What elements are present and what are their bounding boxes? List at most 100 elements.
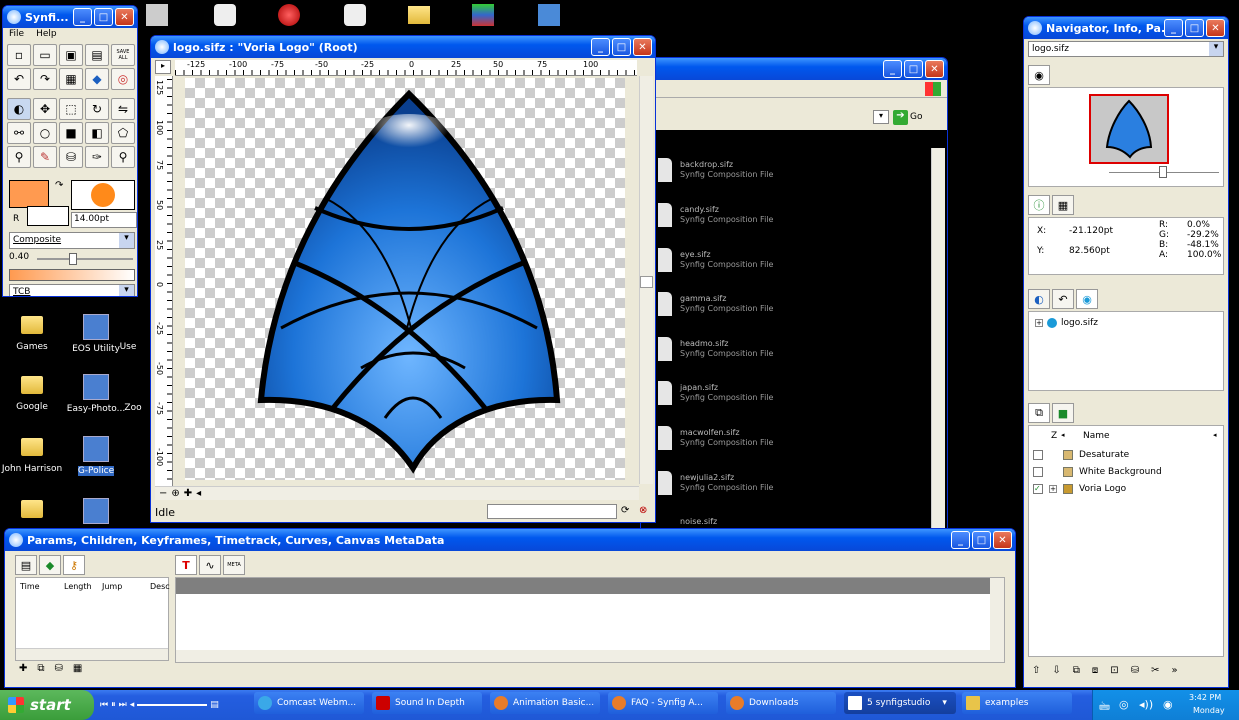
smooth-move-tool-icon[interactable]: ✥	[33, 98, 57, 120]
render-icon[interactable]: ▦	[59, 68, 83, 90]
metadata-tab[interactable]: META	[223, 555, 245, 575]
vertical-scrollbar[interactable]	[931, 148, 945, 528]
volume-slider[interactable]	[137, 704, 208, 706]
taskbar-button-group[interactable]: 5 synfigstudio ▾	[844, 692, 956, 714]
cut-layer-icon[interactable]: ✂	[1151, 665, 1159, 676]
file-item[interactable]: newjulia2.sifz Synfig Composition File	[680, 473, 773, 493]
undo-icon[interactable]: ↶	[7, 68, 31, 90]
desktop-icon-zoo[interactable]: Zoo	[118, 403, 148, 413]
scale-tool-icon[interactable]: ⬚	[59, 98, 83, 120]
folder-icon[interactable]	[408, 6, 430, 24]
maximize-button[interactable]: □	[904, 60, 923, 78]
stop-icon[interactable]: ⊗	[639, 505, 647, 516]
canvas-vertical-scrollbar[interactable]	[639, 76, 653, 484]
taskbar-button[interactable]: FAQ - Synfig A...	[608, 692, 718, 714]
address-dropdown[interactable]: ▾	[873, 110, 889, 124]
keyframes-tab[interactable]: ⚷	[63, 555, 85, 575]
maximize-button[interactable]: □	[612, 38, 631, 56]
volume-icon[interactable]: ◂	[130, 700, 135, 710]
minimize-button[interactable]: _	[883, 60, 902, 78]
minimize-button[interactable]: _	[591, 38, 610, 56]
save-all-button[interactable]: SAVE ALL	[111, 44, 135, 66]
menu-help[interactable]: Help	[36, 29, 57, 39]
preview-thumbnail[interactable]	[1089, 94, 1169, 164]
tray-icon[interactable]: 🖮	[1099, 698, 1110, 717]
close-button[interactable]: ✕	[115, 8, 134, 26]
zoom-fit-icon[interactable]: ⊕	[171, 488, 179, 499]
rotate-tool-icon[interactable]: ↻	[85, 98, 109, 120]
help-icon[interactable]: ◎	[111, 68, 135, 90]
outline-color-swatch[interactable]	[9, 180, 49, 208]
desc-column-header[interactable]: Desc	[150, 582, 170, 591]
volume-tray-icon[interactable]: ◂))	[1139, 698, 1153, 711]
layer-checkbox[interactable]	[1033, 450, 1043, 460]
delete-keyframe-icon[interactable]: ⛁	[55, 663, 63, 674]
horizontal-scrollbar[interactable]	[176, 650, 992, 662]
file-item[interactable]: eye.sifz Synfig Composition File	[680, 250, 773, 270]
clock-time[interactable]: 3:42 PM	[1189, 693, 1221, 702]
scroll-left-button[interactable]: ◂	[196, 488, 201, 499]
new-file-icon[interactable]: ▫	[7, 44, 31, 66]
timetrack-area[interactable]	[175, 577, 1005, 663]
file-item[interactable]: headmo.sifz Synfig Composition File	[680, 339, 773, 359]
name-column-header[interactable]: Name	[1083, 431, 1110, 441]
desktop-icon-use[interactable]: Use	[108, 342, 148, 352]
layer-row[interactable]: White Background	[1029, 465, 1223, 481]
slider-thumb[interactable]	[69, 253, 77, 265]
transform-tool-icon[interactable]: ◐	[7, 98, 31, 120]
rectangle-tool-icon[interactable]: ○	[33, 122, 57, 144]
tray-icon[interactable]: ◎	[1119, 698, 1129, 711]
expand-icon[interactable]: +	[1035, 319, 1043, 327]
polygon-tool-icon[interactable]: ⬠	[111, 122, 135, 144]
close-button[interactable]: ✕	[633, 38, 652, 56]
next-track-icon[interactable]: ⏭	[119, 700, 127, 710]
taskbar-button[interactable]: Comcast Webm...	[254, 692, 364, 714]
layer-row[interactable]: ✓ + Voria Logo	[1029, 482, 1223, 498]
menu-icon[interactable]: ▤	[210, 700, 219, 710]
circle-tool-icon[interactable]: ⚯	[7, 122, 31, 144]
file-item[interactable]: gamma.sifz Synfig Composition File	[680, 294, 773, 314]
app-icon[interactable]	[344, 4, 366, 26]
horizontal-scrollbar[interactable]	[16, 648, 168, 660]
zoom-slider-thumb[interactable]	[1159, 166, 1167, 178]
taskbar-button[interactable]: examples	[962, 692, 1072, 714]
redo-icon[interactable]: ↷	[33, 68, 57, 90]
eyedropper-tool-icon[interactable]: ✑	[85, 146, 109, 168]
app-icon[interactable]	[146, 4, 168, 26]
app-icon[interactable]	[278, 4, 300, 26]
menu-file[interactable]: File	[9, 29, 24, 39]
duplicate-keyframe-icon[interactable]: ⧉	[37, 663, 44, 674]
duplicate-layer-icon[interactable]: ⧉	[1073, 665, 1080, 676]
opacity-slider[interactable]: 0.40	[9, 252, 135, 266]
close-button[interactable]: ✕	[925, 60, 944, 78]
refresh-icon[interactable]: ⟳	[621, 505, 629, 516]
start-button[interactable]: start	[0, 690, 94, 720]
swap-colors-icon[interactable]: ↷	[55, 180, 63, 191]
params-tab[interactable]: ▤	[15, 555, 37, 575]
file-item[interactable]: backdrop.sifz Synfig Composition File	[680, 160, 773, 180]
gradient-tool-icon[interactable]: ◧	[85, 122, 109, 144]
expand-icon[interactable]: +	[1049, 485, 1057, 493]
jump-column-header[interactable]: Jump	[102, 582, 122, 591]
minimize-button[interactable]: _	[951, 531, 970, 549]
canvas-horizontal-scrollbar[interactable]: − ⊕ ✚ ◂	[155, 486, 639, 500]
history-tab[interactable]: ↶	[1052, 289, 1074, 309]
interpolation-select[interactable]: TCB ▾	[9, 284, 135, 296]
open-file-icon[interactable]: ▭	[33, 44, 57, 66]
library-tab[interactable]: ■	[1052, 403, 1074, 423]
z-column-header[interactable]: Z	[1051, 431, 1057, 441]
tray-icon[interactable]: ◉	[1163, 698, 1173, 711]
close-button[interactable]: ✕	[1206, 19, 1225, 37]
taskbar-button[interactable]: Animation Basic...	[490, 692, 600, 714]
pause-icon[interactable]: ⏸	[111, 700, 116, 710]
desktop-icon-app[interactable]	[58, 498, 134, 528]
prev-track-icon[interactable]: ⏮	[100, 700, 108, 710]
palette-tab[interactable]: ▦	[1052, 195, 1074, 215]
tree-item[interactable]: + logo.sifz	[1035, 318, 1098, 328]
length-column-header[interactable]: Length	[64, 582, 92, 591]
app-icon[interactable]	[214, 4, 236, 26]
close-button[interactable]: ✕	[993, 531, 1012, 549]
taskbar-button[interactable]: Downloads	[726, 692, 836, 714]
desktop-icon-g-police[interactable]: G-Police	[58, 436, 134, 476]
maximize-button[interactable]: □	[1185, 19, 1204, 37]
